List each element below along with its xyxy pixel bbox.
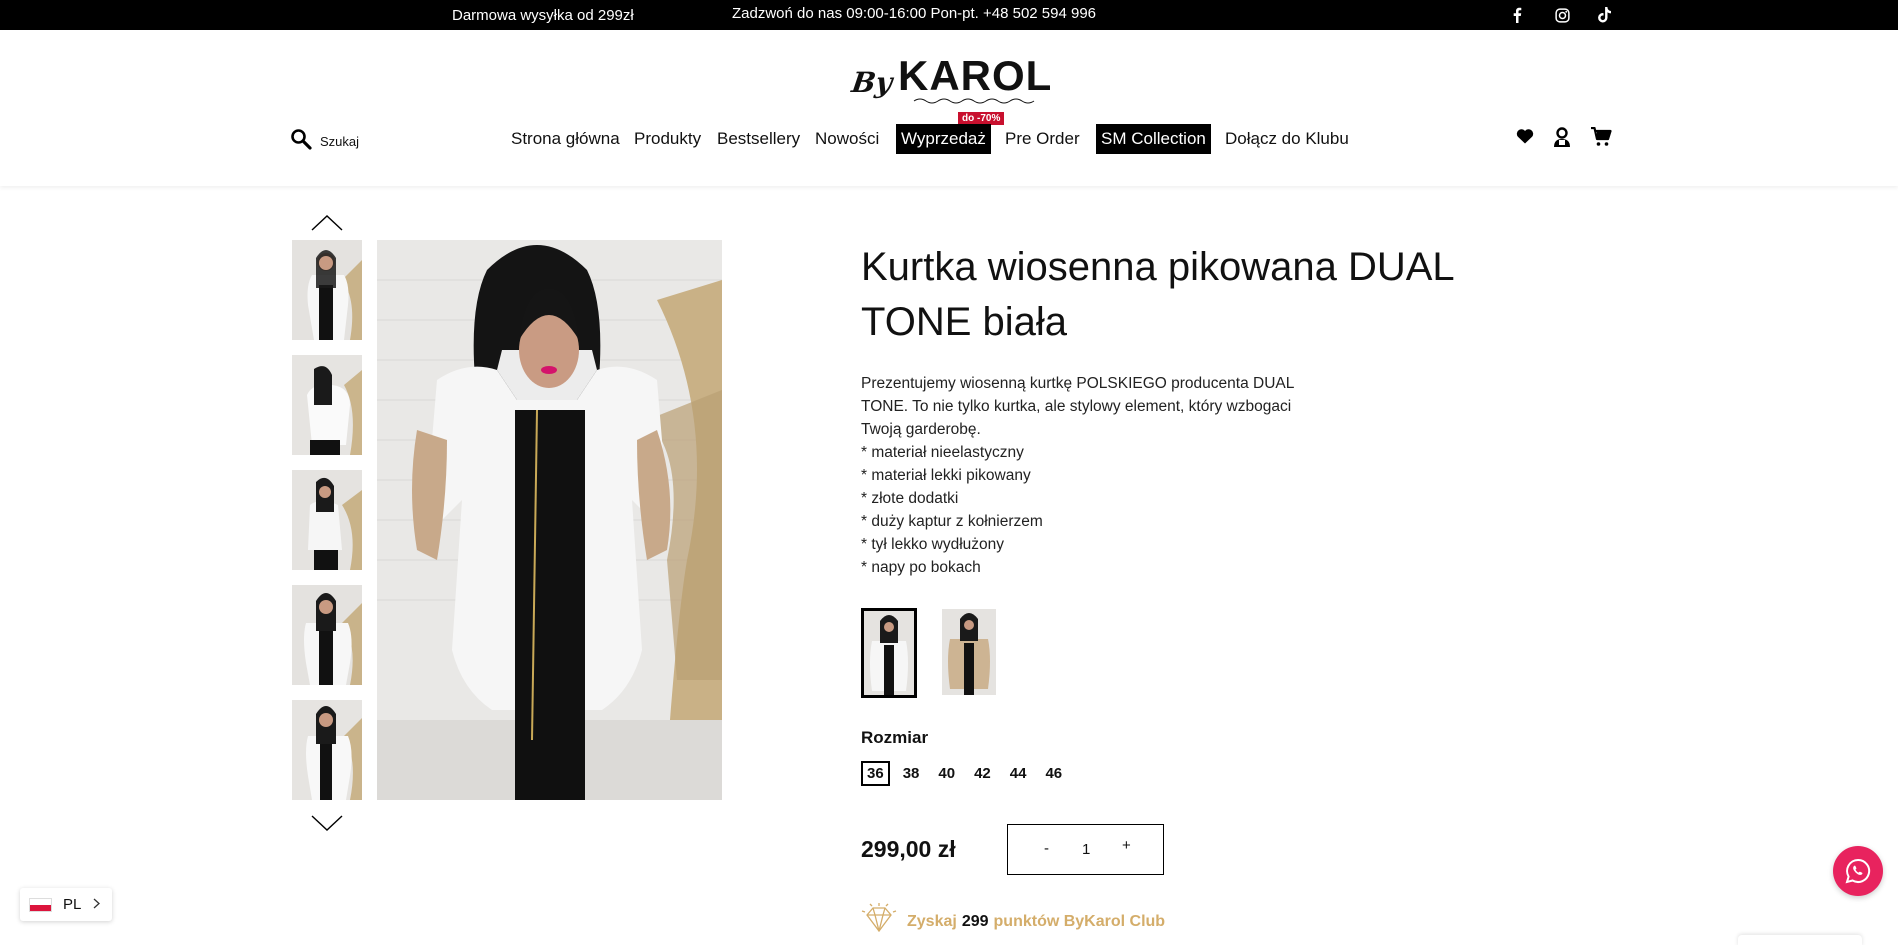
description-intro: Prezentujemy wiosenną kurtkę POLSKIEGO p… — [861, 375, 1294, 438]
nav-products[interactable]: Produkty — [634, 124, 701, 154]
description-bullet: * duży kaptur z kołnierzem — [861, 513, 1043, 530]
size-option-42[interactable]: 42 — [968, 761, 997, 786]
top-bar: Darmowa wysyłka od 299zł Zadzwoń do nas … — [0, 0, 1898, 30]
description-bullet: * tył lekko wydłużony — [861, 536, 1005, 553]
size-selector: 36 38 40 42 44 46 — [861, 761, 1075, 786]
whatsapp-chat-button[interactable] — [1833, 846, 1883, 896]
site-logo[interactable]: By KAROL — [849, 52, 1054, 104]
heart-icon[interactable] — [1516, 128, 1534, 149]
nav-home[interactable]: Strona główna — [511, 124, 620, 154]
nav-news[interactable]: Nowości — [815, 124, 879, 154]
language-code: PL — [63, 896, 82, 913]
gallery-thumbnail[interactable] — [292, 240, 362, 340]
contact-text: Zadzwoń do nas 09:00-16:00 Pon-pt. +48 5… — [732, 5, 1097, 22]
size-option-44[interactable]: 44 — [1004, 761, 1033, 786]
quantity-stepper: - 1 + — [1007, 824, 1164, 875]
account-icon[interactable] — [1552, 126, 1572, 153]
description-bullet: * materiał nieelastyczny — [861, 444, 1024, 461]
instagram-icon[interactable] — [1552, 5, 1572, 25]
gallery-thumbnail[interactable] — [292, 355, 362, 455]
loyalty-points-value: 299 — [961, 912, 989, 930]
bottom-widget-edge — [1738, 935, 1862, 945]
loyalty-prefix: Zyskaj — [907, 912, 957, 930]
cart-icon[interactable] — [1590, 126, 1612, 152]
color-variant-white[interactable] — [861, 608, 917, 698]
description-bullet: * napy po bokach — [861, 559, 981, 576]
quantity-decrease-button[interactable]: - — [1044, 840, 1049, 857]
product-description: Prezentujemy wiosenną kurtkę POLSKIEGO p… — [861, 372, 1331, 579]
loyalty-points: Zyskaj 299 punktów ByKarol Club — [861, 903, 1165, 940]
gallery-up-arrow-icon[interactable] — [311, 212, 343, 232]
quantity-value[interactable]: 1 — [1082, 841, 1090, 858]
site-header: By KAROL — [0, 30, 1898, 186]
size-option-36[interactable]: 36 — [861, 761, 890, 786]
color-variant-beige[interactable] — [942, 609, 996, 695]
poland-flag-icon — [29, 897, 52, 912]
facebook-icon[interactable] — [1507, 5, 1527, 25]
size-option-40[interactable]: 40 — [932, 761, 961, 786]
diamond-icon — [861, 903, 897, 940]
quantity-increase-button[interactable]: + — [1122, 837, 1131, 854]
gallery-thumbnail[interactable] — [292, 585, 362, 685]
language-selector[interactable]: PL — [20, 888, 112, 921]
gallery-thumbnail[interactable] — [292, 470, 362, 570]
gallery-down-arrow-icon[interactable] — [311, 814, 343, 834]
nav-sale[interactable]: Wyprzedaż — [896, 124, 991, 154]
nav-bestsellers[interactable]: Bestsellery — [717, 124, 800, 154]
gallery-thumbnail[interactable] — [292, 700, 362, 800]
description-bullet: * złote dodatki — [861, 490, 959, 507]
description-bullet: * materiał lekki pikowany — [861, 467, 1031, 484]
nav-club[interactable]: Dołącz do Klubu — [1225, 124, 1349, 154]
loyalty-suffix: punktów ByKarol Club — [993, 912, 1166, 930]
main-product-image[interactable] — [377, 240, 722, 800]
free-shipping-text: Darmowa wysyłka od 299zł — [452, 7, 634, 24]
product-title: Kurtka wiosenna pikowana DUAL TONE biała — [861, 245, 1454, 344]
whatsapp-icon — [1845, 858, 1871, 884]
nav-preorder[interactable]: Pre Order — [1005, 124, 1080, 154]
chevron-right-icon — [93, 896, 101, 913]
logo-by: By — [849, 66, 895, 99]
size-option-46[interactable]: 46 — [1039, 761, 1068, 786]
nav-sm-collection[interactable]: SM Collection — [1096, 124, 1211, 154]
product-price: 299,00 zł — [861, 836, 956, 862]
size-label: Rozmiar — [861, 728, 929, 747]
tiktok-icon[interactable] — [1595, 5, 1615, 25]
main-nav: Strona główna Produkty Bestsellery Nowoś… — [0, 124, 1898, 156]
logo-karol: KAROL — [898, 52, 1053, 99]
size-option-38[interactable]: 38 — [897, 761, 926, 786]
logo-scribble — [913, 98, 1035, 104]
